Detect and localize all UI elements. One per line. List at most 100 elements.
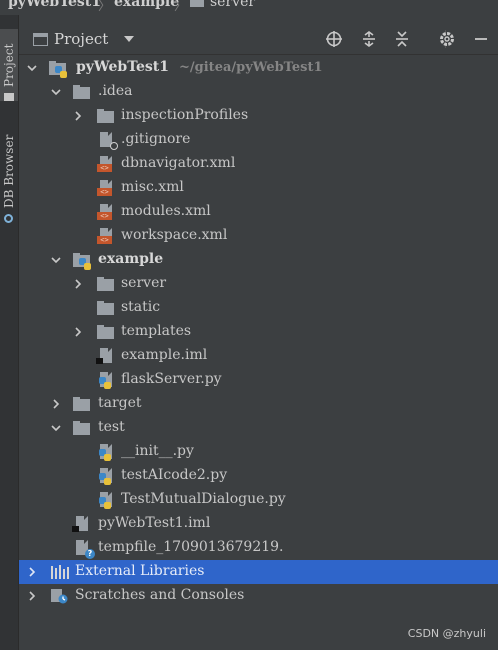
chevron-right-icon[interactable] [27,591,37,601]
tree-item-label: .idea [98,83,133,99]
python-file-icon [97,468,115,485]
breadcrumb-item-project[interactable]: pyWebTest1 [8,0,101,10]
tree-item-pywebtest1[interactable]: pyWebTest1 ~/gitea/pyWebTest1 [19,56,498,80]
tree-item-gitignore[interactable]: .gitignore [19,128,498,152]
breadcrumb: pyWebTest1 〉 example 〉 server [0,0,498,15]
folder-icon [97,108,115,124]
tree-item-tempfile[interactable]: ? tempfile_1709013679219. [19,536,498,560]
tree-item-test[interactable]: test [19,416,498,440]
watermark: CSDN @zhyuli [407,627,486,640]
chevron-right-icon[interactable] [73,327,83,337]
tree-item-label: inspectionProfiles [121,107,249,123]
folder-icon [97,300,115,316]
tree-item-label: test [98,419,125,435]
tree-item-external-libraries[interactable]: External Libraries [19,560,498,584]
tab-project[interactable]: Project [0,29,18,101]
tree-item-init-py[interactable]: __init__.py [19,440,498,464]
chevron-right-icon[interactable] [27,567,37,577]
minimize-icon [475,38,487,40]
tab-project-label: Project [2,43,16,87]
unknown-file-icon: ? [73,540,95,559]
tab-db-browser-label: DB Browser [2,134,16,208]
tree-item-inspectionprofiles[interactable]: inspectionProfiles [19,104,498,128]
tree-item-modules-xml[interactable]: <> modules.xml [19,200,498,224]
gear-icon [440,32,454,46]
breadcrumb-separator: 〉 [98,0,112,14]
tree-item-templates[interactable]: templates [19,320,498,344]
xml-file-icon: <> [97,204,115,220]
tree-item-label: static [121,299,161,315]
python-file-icon [97,444,115,461]
breadcrumb-item-example[interactable]: example [114,0,179,10]
tree-item-testaicode2-py[interactable]: testAIcode2.py [19,464,498,488]
locate-file-button[interactable] [323,28,345,50]
chevron-down-icon[interactable] [51,87,61,97]
tab-db-browser[interactable]: DB Browser [0,115,18,223]
tree-item-example[interactable]: example [19,248,498,272]
breadcrumb-separator: 〉 [174,0,188,14]
tree-item-workspace-xml[interactable]: <> workspace.xml [19,224,498,248]
chevron-right-icon[interactable] [73,279,83,289]
tool-window-strip: Project DB Browser [0,15,19,650]
tree-item-label: workspace.xml [121,227,228,243]
python-package-icon [73,252,91,270]
crosshair-icon [326,31,342,47]
project-toolbar: Project [19,24,498,55]
tree-item-label: __init__.py [121,443,194,459]
folder-icon [73,396,91,412]
tree-item-flaskserver-py[interactable]: flaskServer.py [19,368,498,392]
tree-item-label: .gitignore [121,131,191,147]
folder-icon [4,93,14,101]
tree-item-static[interactable]: static [19,296,498,320]
tree-item-pywebtest1-iml[interactable]: pyWebTest1.iml [19,512,498,536]
chevron-right-icon[interactable] [73,111,83,121]
tree-item-label: server [121,275,167,291]
tool-window-icon [33,32,48,46]
collapse-all-icon [396,31,408,47]
tree-item-label: Scratches and Consoles [75,587,245,603]
expand-all-icon [363,31,375,47]
tree-item-misc-xml[interactable]: <> misc.xml [19,176,498,200]
tree-item-testmutualdialogue-py[interactable]: TestMutualDialogue.py [19,488,498,512]
scratches-icon [50,588,68,604]
python-file-icon [97,492,115,509]
tree-item-idea[interactable]: .idea [19,80,498,104]
tree-item-label: dbnavigator.xml [121,155,236,171]
folder-icon [190,0,204,7]
tree-item-label: External Libraries [75,563,205,579]
module-file-icon [96,348,115,364]
chevron-down-icon [124,36,135,42]
tree-item-label: tempfile_1709013679219. [98,539,284,555]
folder-icon [97,324,115,340]
tree-item-target[interactable]: target [19,392,498,416]
project-path: ~/gitea/pyWebTest1 [179,60,323,75]
breadcrumb-item-server[interactable]: server [210,0,255,10]
collapse-all-button[interactable] [391,28,413,50]
view-selector[interactable]: Project [33,30,135,48]
tree-item-label: target [98,395,142,411]
chevron-right-icon[interactable] [51,399,61,409]
tree-item-dbnavigator-xml[interactable]: <> dbnavigator.xml [19,152,498,176]
module-folder-icon [49,60,67,78]
tree-item-label: pyWebTest1 [76,59,170,75]
tree-item-label: modules.xml [121,203,211,219]
libraries-icon [50,564,69,580]
expand-all-button[interactable] [358,28,380,50]
database-icon [4,214,14,223]
settings-button[interactable] [436,28,458,50]
tree-item-label: TestMutualDialogue.py [121,491,286,507]
tree-item-label: example [98,251,164,267]
minimize-button[interactable] [470,28,492,50]
ignore-file-icon [97,132,118,150]
chevron-down-icon[interactable] [51,255,61,265]
chevron-down-icon[interactable] [51,423,61,433]
project-tree: pyWebTest1 ~/gitea/pyWebTest1 .idea inspe… [19,56,498,650]
xml-file-icon: <> [97,156,115,172]
xml-file-icon: <> [97,180,115,196]
tree-item-scratches-and-consoles[interactable]: Scratches and Consoles [19,584,498,608]
tree-item-label: testAIcode2.py [121,467,228,483]
tree-item-label: misc.xml [121,179,184,195]
tree-item-server[interactable]: server [19,272,498,296]
chevron-down-icon[interactable] [27,63,37,73]
tree-item-example-iml[interactable]: example.iml [19,344,498,368]
